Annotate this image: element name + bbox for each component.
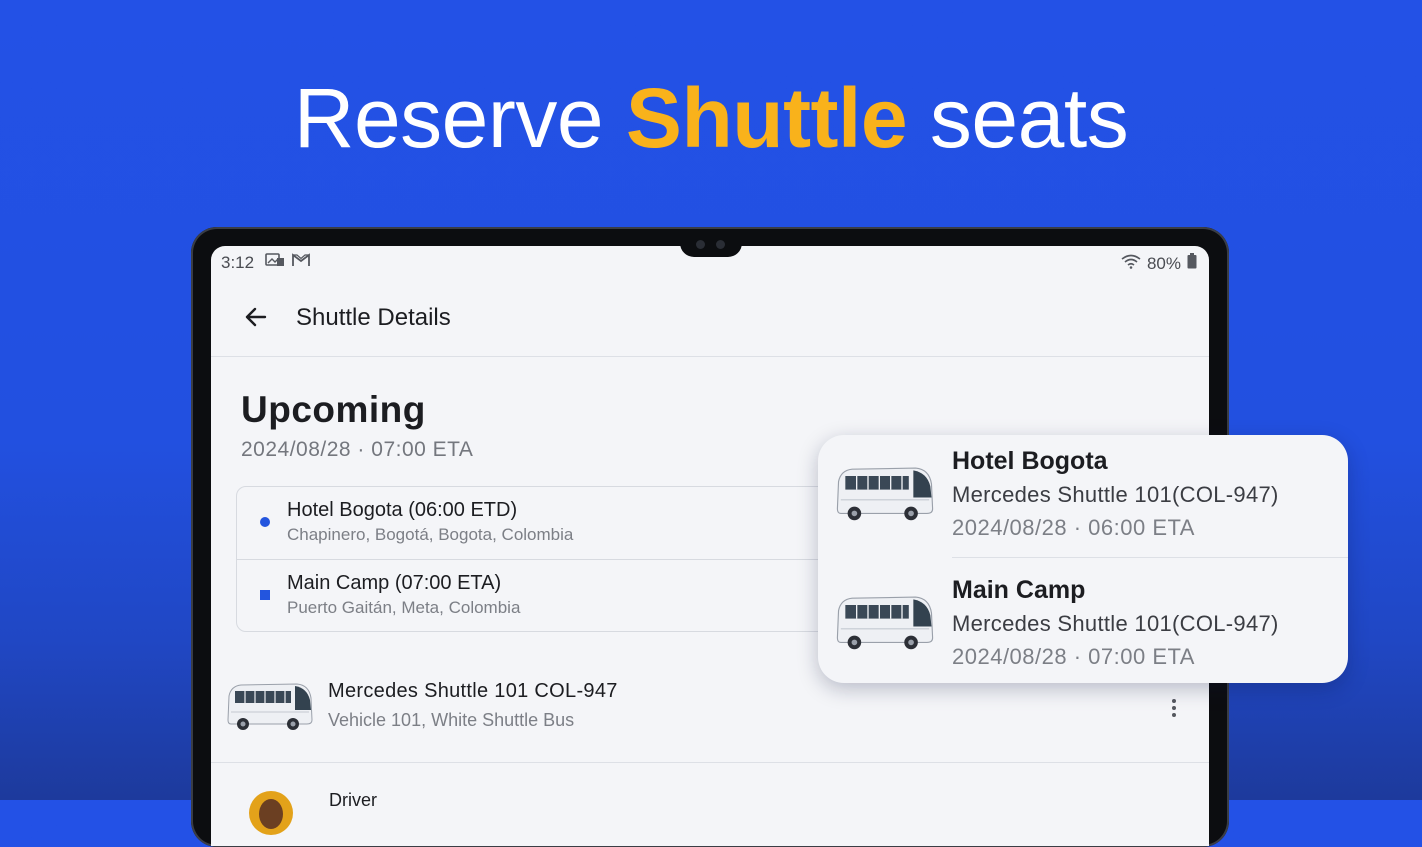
vehicle-name: Mercedes Shuttle 101 COL-947: [328, 680, 618, 702]
back-arrow-icon[interactable]: [241, 302, 271, 332]
bus-icon: [225, 676, 315, 741]
trip-status-heading: Upcoming: [241, 389, 426, 430]
camera-icon: [696, 240, 705, 249]
trip-vehicle: Mercedes Shuttle 101(COL-947): [952, 611, 1279, 636]
headline-highlight: Shuttle: [625, 71, 908, 165]
stop-item-destination[interactable]: Main Camp (07:00 ETA) Puerto Gaitán, Met…: [237, 560, 837, 632]
trip-stop-title: Hotel Bogota: [952, 447, 1108, 475]
bus-icon: [834, 459, 936, 532]
trip-date: 2024/08/28 · 07:00 ETA: [952, 644, 1195, 669]
stop-name: Main Camp (07:00 ETA): [287, 572, 502, 594]
headline-before: Reserve: [293, 71, 626, 165]
vehicle-description: Vehicle 101, White Shuttle Bus: [328, 710, 575, 730]
route-stops-card: Hotel Bogota (06:00 ETD) Chapinero, Bogo…: [236, 486, 838, 632]
battery-icon: [1187, 253, 1197, 274]
gmail-icon: [291, 252, 311, 273]
trip-date: 2024/08/28 · 07:00 ETA: [241, 438, 474, 461]
page-title: Shuttle Details: [296, 304, 451, 331]
trip-vehicle: Mercedes Shuttle 101(COL-947): [952, 482, 1279, 507]
headline-after: seats: [907, 71, 1129, 165]
driver-label: Driver: [329, 790, 377, 810]
battery-level: 80%: [1146, 253, 1181, 273]
stop-address: Chapinero, Bogotá, Bogota, Colombia: [287, 525, 574, 544]
bus-icon: [834, 588, 936, 661]
status-right: 80%: [1121, 253, 1197, 274]
more-options-icon[interactable]: [1166, 696, 1182, 722]
trip-summary-card: Hotel Bogota Mercedes Shuttle 101(COL-94…: [818, 435, 1348, 683]
destination-square-icon: [260, 590, 270, 600]
trip-stop-title: Main Camp: [952, 576, 1086, 604]
trip-date: 2024/08/28 · 06:00 ETA: [952, 515, 1195, 540]
stop-address: Puerto Gaitán, Meta, Colombia: [287, 598, 521, 617]
wifi-icon: [1121, 253, 1141, 274]
trip-summary-item[interactable]: Main Camp Mercedes Shuttle 101(COL-947) …: [818, 564, 1348, 686]
stop-item-origin[interactable]: Hotel Bogota (06:00 ETD) Chapinero, Bogo…: [237, 487, 837, 560]
driver-row[interactable]: Driver: [211, 763, 1209, 846]
camera-sensor-icon: [716, 240, 725, 249]
status-time: 3:12: [221, 253, 255, 272]
app-bar: Shuttle Details: [211, 278, 1209, 357]
trip-summary-item[interactable]: Hotel Bogota Mercedes Shuttle 101(COL-94…: [818, 435, 1348, 558]
origin-dot-icon: [260, 517, 270, 527]
divider: [952, 557, 1348, 558]
driver-avatar: [249, 791, 293, 835]
stop-name: Hotel Bogota (06:00 ETD): [287, 499, 518, 521]
headline: Reserve Shuttle seats: [0, 70, 1422, 167]
camera-notch: [680, 235, 742, 257]
image-notification-icon: [265, 252, 285, 273]
